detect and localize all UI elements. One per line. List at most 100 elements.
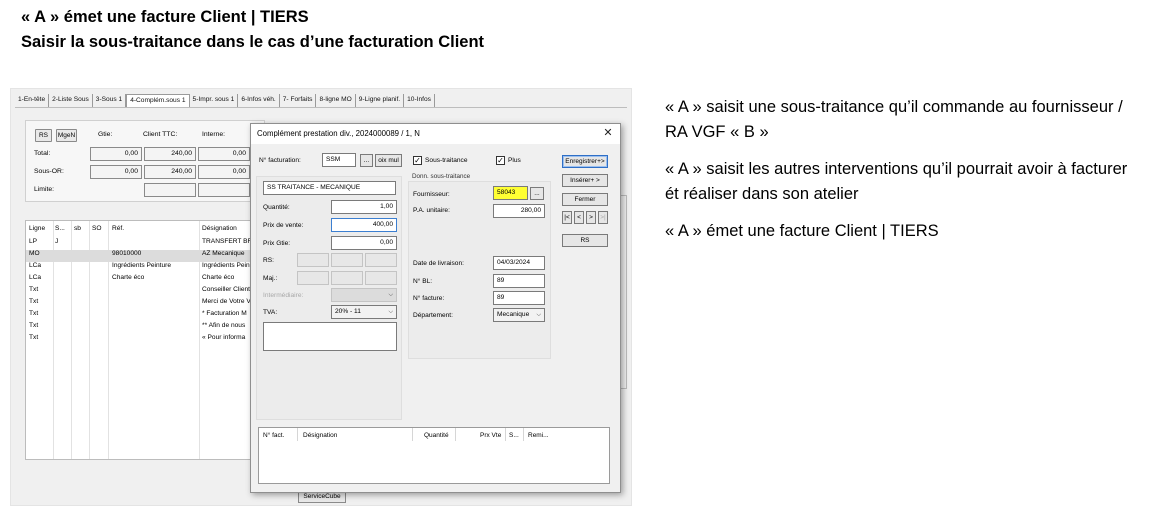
grid-header: Ligne S... sb SO Réf. Désignation (26, 225, 280, 237)
fournisseur-input[interactable]: 58043 (493, 186, 528, 200)
enregistrer-button[interactable]: Enregistrer+> (562, 155, 608, 168)
tab-sous-1[interactable]: 3-Sous 1 (93, 94, 127, 107)
cell-ligne: Txt (29, 286, 39, 293)
intermediaire-select: ⌵ (331, 288, 397, 302)
table-row[interactable]: MO 98010000 AZ Mecanique (26, 250, 280, 262)
dialog-title: Complément prestation div., 2024000089 /… (251, 124, 620, 144)
mgen-button[interactable]: MgeN (56, 129, 77, 142)
slide-subtitle: Saisir la sous-traitance dans le cas d’u… (21, 33, 485, 51)
chevron-down-icon: ⌵ (388, 292, 393, 298)
prix-vente-label: Prix de vente: (263, 222, 304, 229)
tab-ligne-planif[interactable]: 9-Ligne planif. (356, 94, 405, 107)
prix-gtie-input[interactable]: 0,00 (331, 236, 397, 250)
date-livraison-input[interactable]: 04/03/2024 (493, 256, 545, 270)
table-row[interactable]: LCa Charte éco Charte éco (26, 274, 280, 286)
last-record-button[interactable]: >| (598, 211, 608, 224)
bh-quantite: Quantité (424, 432, 449, 439)
header-so: SO (92, 225, 102, 232)
limite-client-field (144, 183, 196, 197)
tva-select[interactable]: 20% - 11 ⌵ (331, 305, 397, 319)
slide-title: « A » émet une facture Client | TIERS (21, 8, 309, 26)
total-interne-field: 0,00 (198, 147, 250, 161)
lines-grid[interactable]: Ligne S... sb SO Réf. Désignation LP J T… (25, 220, 281, 460)
chevron-down-icon: ⌵ (388, 309, 393, 315)
prev-record-button[interactable]: < (574, 211, 584, 224)
total-gtie-field: 0,00 (90, 147, 142, 161)
tab-infos[interactable]: 10-Infos (404, 94, 435, 107)
tab-infos-veh[interactable]: 6-Infos véh. (238, 94, 280, 107)
inserer-button[interactable]: Insérer+ > (562, 174, 608, 187)
bh-s: S... (509, 432, 519, 439)
limite-label: Limite: (34, 186, 55, 193)
table-row[interactable]: Txt Conseiller Client (26, 286, 280, 298)
choix-multiple-button[interactable]: oix mul (375, 154, 402, 167)
nbl-label: N° BL: (413, 278, 433, 285)
cell-ligne: MO (29, 250, 40, 257)
fermer-button[interactable]: Fermer (562, 193, 608, 206)
tab-impr-sous-1[interactable]: 5-Impr. sous 1 (190, 94, 239, 107)
prix-gtie-label: Prix Gtie: (263, 240, 291, 247)
tab-forfaits[interactable]: 7- Forfaits (280, 94, 317, 107)
col-gtie-label: Gtie: (98, 131, 113, 138)
close-icon[interactable]: ✕ (602, 127, 614, 139)
table-row[interactable]: Txt « Pour informa (26, 334, 280, 346)
rs-input-1 (297, 253, 329, 267)
plus-checkbox[interactable]: ✓ (496, 156, 505, 165)
fournisseur-browse-button[interactable]: ... (530, 187, 544, 200)
rs-button[interactable]: RS (35, 129, 52, 142)
prix-vente-input[interactable]: 400,00 (331, 218, 397, 232)
totals-panel: RS MgeN Gtie: Client TTC: Interne: Total… (25, 120, 265, 202)
rs-dialog-button[interactable]: RS (562, 234, 608, 247)
table-row[interactable]: Txt Merci de Votre V (26, 298, 280, 310)
nfacture-input[interactable]: 89 (493, 291, 545, 305)
nofacturation-input[interactable]: SSM (322, 153, 356, 167)
tab-en-tete[interactable]: 1-En-tête (15, 94, 50, 107)
app-window: 1-En-tête 2-Liste Sous 3-Sous 1 4-Complé… (10, 88, 632, 506)
maj-input-1 (297, 271, 329, 285)
sous-traitance-label: Sous-traitance (425, 157, 468, 164)
sousor-client-field: 240,00 (144, 165, 196, 179)
cell-ligne: Txt (29, 322, 39, 329)
cell-ligne: LCa (29, 274, 42, 281)
maj-input-3 (365, 271, 397, 285)
table-row[interactable]: LCa Ingrédients Peinture Ingrédients Pei… (26, 262, 280, 274)
tab-ligne-mo[interactable]: 8-ligne MO (316, 94, 356, 107)
table-row[interactable]: Txt * Facturation M (26, 310, 280, 322)
designation-input[interactable]: SS TRAITANCE - MECANIQUE (263, 181, 396, 195)
departement-value: Mecanique (497, 311, 530, 318)
sous-traitance-checkbox[interactable]: ✓ (413, 156, 422, 165)
fournisseur-label: Fournisseur: (413, 191, 450, 198)
pa-unitaire-label: P.A. unitaire: (413, 207, 450, 214)
departement-select[interactable]: Mecanique ⌵ (493, 308, 545, 322)
tab-bar: 1-En-tête 2-Liste Sous 3-Sous 1 4-Complé… (15, 94, 627, 108)
comment-textarea[interactable] (263, 322, 397, 351)
header-sb: sb (74, 225, 81, 232)
total-client-field: 240,00 (144, 147, 196, 161)
note-1: « A » saisit une sous-traitance qu’il co… (665, 98, 1123, 141)
cell-ligne: Txt (29, 334, 39, 341)
header-s: S... (55, 225, 65, 232)
cell-ref: Charte éco (112, 274, 145, 281)
tab-complem-sous-1[interactable]: 4-Complém.sous 1 (126, 94, 190, 107)
pa-unitaire-input[interactable]: 280,00 (493, 204, 545, 218)
rs-input-2 (331, 253, 363, 267)
donn-sous-traitance-title: Donn. sous-traitance (412, 173, 471, 180)
first-record-button[interactable]: |< (562, 211, 572, 224)
col-client-label: Client TTC: (143, 131, 178, 138)
quantite-input[interactable]: 1,00 (331, 200, 397, 214)
tab-liste-sous[interactable]: 2-Liste Sous (49, 94, 93, 107)
sousor-label: Sous-OR: (34, 168, 64, 175)
maj-label: Maj.: (263, 275, 278, 282)
bh-prxvte: Prx Vte (480, 432, 502, 439)
sousor-gtie-field: 0,00 (90, 165, 142, 179)
next-record-button[interactable]: > (586, 211, 596, 224)
nofacturation-browse-button[interactable]: ... (360, 154, 373, 167)
history-table[interactable]: N° fact. Désignation Quantité Prx Vte S.… (258, 427, 610, 484)
limite-interne-field (198, 183, 250, 197)
cell-ligne: LP (29, 238, 38, 245)
table-row[interactable]: Txt ** Afin de nous (26, 322, 280, 334)
rs-input-3 (365, 253, 397, 267)
cell-ligne: Txt (29, 298, 39, 305)
table-row[interactable]: LP J TRANSFERT BR (26, 238, 280, 250)
nbl-input[interactable]: 89 (493, 274, 545, 288)
